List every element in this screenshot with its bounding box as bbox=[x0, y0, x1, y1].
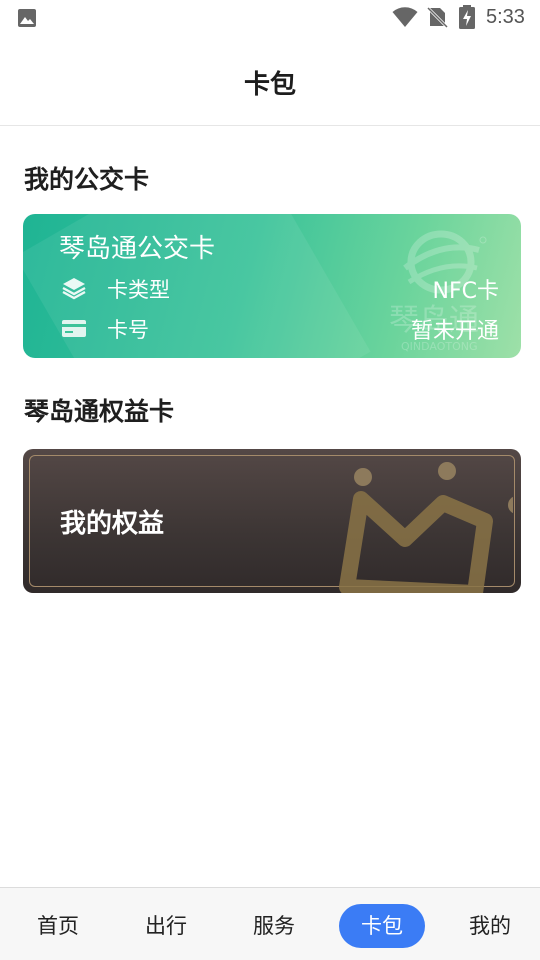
title-bar: 卡包 bbox=[0, 36, 540, 126]
card-type-value: NFC卡 bbox=[432, 279, 499, 304]
tab-home[interactable]: 首页 bbox=[15, 904, 101, 948]
image-icon bbox=[18, 9, 36, 27]
layers-icon bbox=[62, 278, 86, 300]
card-number-label: 卡号 bbox=[107, 318, 149, 342]
rights-card[interactable]: 我的权益 bbox=[23, 449, 521, 593]
tab-mine[interactable]: 我的 bbox=[447, 904, 533, 948]
page-title: 卡包 bbox=[243, 70, 296, 100]
no-sim-icon bbox=[426, 6, 448, 28]
tab-card-wallet[interactable]: 卡包 bbox=[339, 904, 425, 948]
status-time: 5:33 bbox=[486, 6, 525, 28]
card-type-row: 卡类型 NFC卡 bbox=[23, 273, 521, 304]
tab-travel[interactable]: 出行 bbox=[123, 904, 209, 948]
wifi-icon bbox=[392, 7, 418, 27]
bottom-tab-bar: 首页 出行 服务 卡包 我的 bbox=[0, 887, 540, 960]
bus-section-title: 我的公交卡 bbox=[24, 165, 150, 194]
card-number-row: 卡号 暂未开通 bbox=[23, 313, 521, 344]
card-number-value: 暂未开通 bbox=[410, 319, 499, 344]
card-name: 琴岛通公交卡 bbox=[59, 234, 216, 264]
rights-section-title: 琴岛通权益卡 bbox=[24, 397, 175, 426]
status-bar: 5:33 bbox=[0, 0, 540, 36]
crown-icon bbox=[339, 462, 513, 593]
tab-services[interactable]: 服务 bbox=[231, 904, 317, 948]
battery-charging-icon bbox=[459, 5, 475, 29]
card-icon bbox=[62, 320, 86, 337]
rights-card-title: 我的权益 bbox=[60, 509, 165, 539]
card-type-label: 卡类型 bbox=[107, 278, 170, 302]
bus-card[interactable]: 琴岛通 QINDAOTONG 琴岛通公交卡 卡类型 NFC卡 卡号 暂未开通 bbox=[23, 214, 521, 358]
